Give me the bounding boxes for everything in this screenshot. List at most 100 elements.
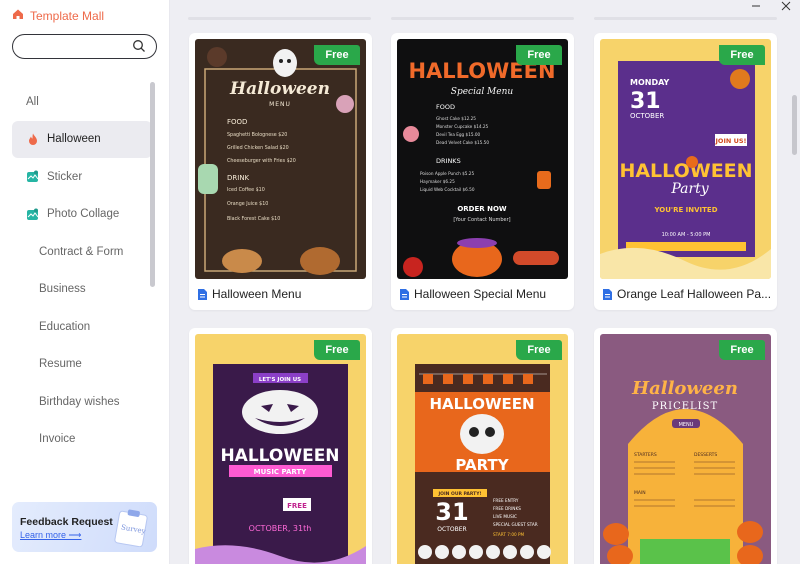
- poster-join: JOIN US!: [715, 137, 747, 145]
- template-card-halloween-music-party[interactable]: LET'S JOIN US HALLOWEEN MUSIC PARTY FREE…: [189, 328, 372, 564]
- poster-section-drink: DRINK: [227, 174, 250, 182]
- poster-list-item: LIVE MUSIC: [493, 514, 517, 519]
- sidebar-item-resume[interactable]: Resume: [12, 346, 152, 384]
- poster-list-item: SPECIAL GUEST STAR: [493, 522, 538, 527]
- poster-script: Party: [670, 181, 709, 197]
- sidebar-item-education[interactable]: Education: [12, 308, 152, 346]
- free-badge: Free: [719, 45, 765, 65]
- poster-heading: Halloween: [631, 378, 738, 399]
- main-scrollbar[interactable]: [792, 95, 797, 155]
- poster-col: DESSERTS: [694, 452, 717, 458]
- poster-section-food: FOOD: [227, 118, 247, 126]
- poster-menu: MENU: [679, 422, 694, 428]
- sidebar: Template Mall All Halloween Sticker Phot…: [0, 0, 170, 564]
- poster-col: MAIN: [634, 490, 646, 496]
- template-thumbnail[interactable]: MONDAY 31 OCTOBER JOIN US! HALLOWEEN Par…: [600, 39, 771, 279]
- poster-month: OCTOBER: [630, 112, 664, 120]
- poster-sub: Special Menu: [451, 87, 514, 97]
- poster-list-item: FREE ENTRY: [493, 498, 519, 503]
- template-card-orange-leaf-halloween-party[interactable]: MONDAY 31 OCTOBER JOIN US! HALLOWEEN Par…: [594, 33, 777, 310]
- category-list: All Halloween Sticker Photo Collage Cont…: [12, 83, 152, 458]
- card-title: Halloween Menu: [197, 287, 367, 301]
- sidebar-item-label: Education: [39, 320, 91, 333]
- poster-heading: HALLOWEEN: [220, 446, 339, 466]
- template-card-halloween-special-menu[interactable]: HALLOWEEN Special Menu FOOD Ghost Cake $…: [391, 33, 574, 310]
- learn-more-link[interactable]: Learn more ⟶: [20, 530, 81, 541]
- template-thumbnail[interactable]: HALLOWEEN Special Menu FOOD Ghost Cake $…: [397, 39, 568, 279]
- sidebar-item-contract-form[interactable]: Contract & Form: [12, 233, 152, 271]
- poster-free: FREE: [287, 502, 307, 510]
- sidebar-item-photo-collage[interactable]: Photo Collage: [12, 196, 152, 234]
- sidebar-item-label: Contract & Form: [39, 245, 124, 258]
- poster-sub: MENU: [269, 101, 291, 108]
- sidebar-item-all[interactable]: All: [12, 83, 152, 121]
- clipboard-icon: Survey: [111, 507, 151, 552]
- sidebar-item-invoice[interactable]: Invoice: [12, 421, 152, 459]
- sidebar-item-label: Sticker: [47, 170, 83, 183]
- sidebar-item-label: Photo Collage: [47, 208, 120, 221]
- search-input[interactable]: [12, 34, 157, 59]
- poster-invite: YOU'RE INVITED: [653, 206, 717, 214]
- poster-item: Ghost Cake $12.25: [436, 116, 476, 121]
- poster-sub: PRICELIST: [652, 401, 718, 412]
- card-title: Orange Leaf Halloween Pa...: [602, 287, 772, 301]
- poster-item: Haymaker $6.25: [420, 179, 455, 184]
- poster-item: Liquid Web Cocktail $6.50: [420, 187, 475, 192]
- poster-item: Dead Velvet Cake $15.50: [436, 140, 489, 145]
- poster-item: Monster Cupcake $14.25: [436, 124, 489, 129]
- search-icon[interactable]: [132, 39, 146, 58]
- poster-date: 31: [435, 498, 468, 526]
- previous-row-edge: [188, 17, 371, 20]
- minimize-icon[interactable]: [750, 0, 762, 15]
- template-thumbnail[interactable]: Halloween PRICELIST MENU STARTERS DESSER…: [600, 334, 771, 564]
- sidebar-item-label: Business: [39, 283, 86, 296]
- sidebar-scrollbar[interactable]: [150, 82, 155, 287]
- promo-title: Feedback Request: [20, 516, 113, 528]
- template-thumbnail[interactable]: LET'S JOIN US HALLOWEEN MUSIC PARTY FREE…: [195, 334, 366, 564]
- poster-item: Black Forest Cake $10: [227, 216, 280, 222]
- poster-sub: MUSIC PARTY: [254, 468, 308, 476]
- sidebar-item-label: Birthday wishes: [39, 395, 120, 408]
- template-thumbnail[interactable]: Halloween MENU FOOD Spaghetti Bolognese …: [195, 39, 366, 279]
- poster-date: 31: [630, 89, 661, 114]
- template-card-halloween-menu[interactable]: Halloween MENU FOOD Spaghetti Bolognese …: [189, 33, 372, 310]
- poster-list-item: FREE DRINKS: [493, 506, 521, 511]
- sidebar-item-label: Resume: [39, 358, 82, 371]
- flame-icon: [26, 133, 39, 146]
- poster-item: Poison Apple Punch $5.25: [420, 171, 474, 176]
- sidebar-item-sticker[interactable]: Sticker: [12, 158, 152, 196]
- previous-row-edge: [391, 17, 574, 20]
- template-thumbnail[interactable]: HALLOWEEN PARTY JOIN OUR PARTY! 31 OCTOB…: [397, 334, 568, 564]
- poster-section-drinks: DRINKS: [436, 157, 461, 165]
- poster-time: START 7:00 PM: [493, 532, 525, 537]
- free-badge: Free: [314, 45, 360, 65]
- poster-day: MONDAY: [630, 78, 670, 87]
- sticker-icon: [26, 170, 39, 183]
- poster-section-food: FOOD: [436, 103, 455, 111]
- free-badge: Free: [516, 340, 562, 360]
- sidebar-item-label: Invoice: [39, 433, 76, 446]
- template-mall-window: Template Mall All Halloween Sticker Phot…: [0, 0, 800, 564]
- poster-month: OCTOBER: [437, 526, 466, 533]
- sidebar-item-label: All: [26, 95, 39, 108]
- poster-item: Devil Tea Egg $15.00: [436, 132, 481, 137]
- poster-col: STARTERS: [634, 452, 657, 458]
- card-title-text: Halloween Special Menu: [414, 287, 547, 301]
- poster-item: Spaghetti Bolognese $20: [227, 132, 287, 138]
- template-card-halloween-pricelist[interactable]: Halloween PRICELIST MENU STARTERS DESSER…: [594, 328, 777, 564]
- close-icon[interactable]: [780, 0, 792, 15]
- free-badge: Free: [314, 340, 360, 360]
- document-icon: [399, 288, 410, 301]
- poster-join: JOIN OUR PARTY!: [437, 491, 481, 497]
- poster-date: OCTOBER, 31th: [249, 524, 312, 533]
- free-badge: Free: [516, 45, 562, 65]
- poster-footer: ORDER NOW: [457, 205, 507, 213]
- sidebar-item-birthday-wishes[interactable]: Birthday wishes: [12, 383, 152, 421]
- sidebar-item-business[interactable]: Business: [12, 271, 152, 309]
- template-card-halloween-party[interactable]: HALLOWEEN PARTY JOIN OUR PARTY! 31 OCTOB…: [391, 328, 574, 564]
- poster-contact: [Your Contact Number]: [453, 217, 510, 223]
- poster-time: 10:00 AM - 5:00 PM: [662, 232, 711, 238]
- poster-heading: HALLOWEEN: [429, 395, 534, 413]
- feedback-request-banner[interactable]: Feedback Request Learn more ⟶ Survey: [12, 502, 157, 552]
- sidebar-item-halloween[interactable]: Halloween: [12, 120, 152, 158]
